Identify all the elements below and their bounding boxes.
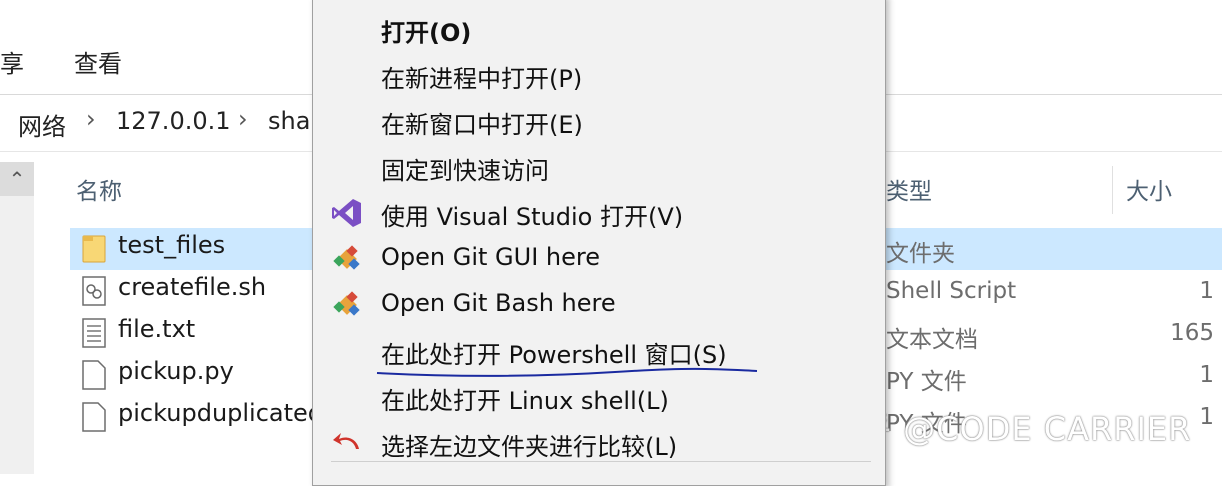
file-size: 1 [1199, 362, 1214, 388]
script-file-icon [82, 276, 106, 306]
file-row[interactable]: test_files [76, 229, 316, 269]
file-name: createfile.sh [118, 273, 267, 301]
menu-separator [331, 461, 871, 462]
menu-item-label: 打开(O) [381, 19, 472, 47]
file-row[interactable]: createfile.sh [76, 271, 316, 311]
menu-item-label: Open Git Bash here [381, 289, 616, 317]
file-row[interactable]: pickupduplicated [76, 397, 323, 437]
file-size: 1 [1199, 278, 1214, 304]
breadcrumb-chevron-icon[interactable]: › [86, 105, 96, 133]
context-menu: 打开(O) 在新进程中打开(P) 在新窗口中打开(E) 固定到快速访问 使用 V… [312, 0, 886, 486]
menu-item-compare-folder[interactable]: 选择左边文件夹进行比较(L) [313, 421, 885, 465]
ribbon-tab-share[interactable]: 享 [0, 44, 24, 79]
git-bash-icon [333, 291, 360, 316]
menu-item-git-gui[interactable]: Open Git GUI here [313, 237, 885, 281]
file-row[interactable]: file.txt [76, 313, 316, 353]
menu-item-open-visual-studio[interactable]: 使用 Visual Studio 打开(V) [313, 191, 885, 235]
text-file-icon [82, 318, 106, 348]
ribbon-tab-view[interactable]: 查看 [74, 44, 122, 79]
file-name: test_files [118, 231, 226, 259]
scroll-up-icon[interactable]: ⌃ [0, 162, 34, 196]
menu-item-open-new-process[interactable]: 在新进程中打开(P) [313, 53, 885, 97]
menu-item-pin-quick-access[interactable]: 固定到快速访问 [313, 145, 885, 189]
column-header-type[interactable]: 类型 [886, 172, 932, 206]
file-name: file.txt [118, 315, 196, 343]
blank-file-icon [82, 360, 106, 390]
file-type: PY 文件 [886, 369, 967, 395]
column-divider[interactable] [1112, 166, 1113, 214]
file-size: 1 [1199, 404, 1214, 430]
menu-item-label: 选择左边文件夹进行比较(L) [381, 433, 678, 461]
file-type: 文件夹 [886, 241, 955, 267]
column-header-size[interactable]: 大小 [1126, 172, 1172, 206]
menu-item-label: 在此处打开 Linux shell(L) [381, 387, 669, 415]
breadcrumb-network[interactable]: 网络 [18, 107, 66, 142]
menu-item-label: 在新窗口中打开(E) [381, 111, 583, 139]
menu-item-label: 使用 Visual Studio 打开(V) [381, 203, 684, 231]
folder-icon [82, 235, 106, 263]
compare-icon [333, 433, 359, 449]
menu-item-open-powershell[interactable]: 在此处打开 Powershell 窗口(S) [313, 329, 885, 377]
breadcrumb-host[interactable]: 127.0.0.1 [116, 107, 231, 135]
file-type: 文本文档 [886, 327, 978, 353]
visual-studio-icon [332, 199, 361, 227]
menu-item-open-linux-shell[interactable]: 在此处打开 Linux shell(L) [313, 375, 885, 419]
file-row[interactable]: pickup.py [76, 355, 316, 395]
file-type: Shell Script [886, 278, 1017, 304]
menu-item-label: 在新进程中打开(P) [381, 65, 583, 93]
column-header-name[interactable]: 名称 [76, 172, 122, 206]
menu-item-open-new-window[interactable]: 在新窗口中打开(E) [313, 99, 885, 143]
file-name: pickupduplicated [118, 399, 324, 427]
file-size: 165 [1170, 320, 1214, 346]
vertical-scrollbar[interactable]: ⌃ [0, 162, 34, 474]
git-gui-icon [333, 245, 360, 270]
menu-item-git-bash[interactable]: Open Git Bash here [313, 283, 885, 327]
blank-file-icon [82, 402, 106, 432]
breadcrumb-chevron-icon[interactable]: › [238, 105, 248, 133]
breadcrumb-share[interactable]: sha [268, 107, 310, 135]
menu-item-label: 固定到快速访问 [381, 157, 549, 185]
menu-item-label: Open Git GUI here [381, 243, 600, 271]
file-name: pickup.py [118, 357, 234, 385]
menu-item-open[interactable]: 打开(O) [313, 7, 885, 51]
